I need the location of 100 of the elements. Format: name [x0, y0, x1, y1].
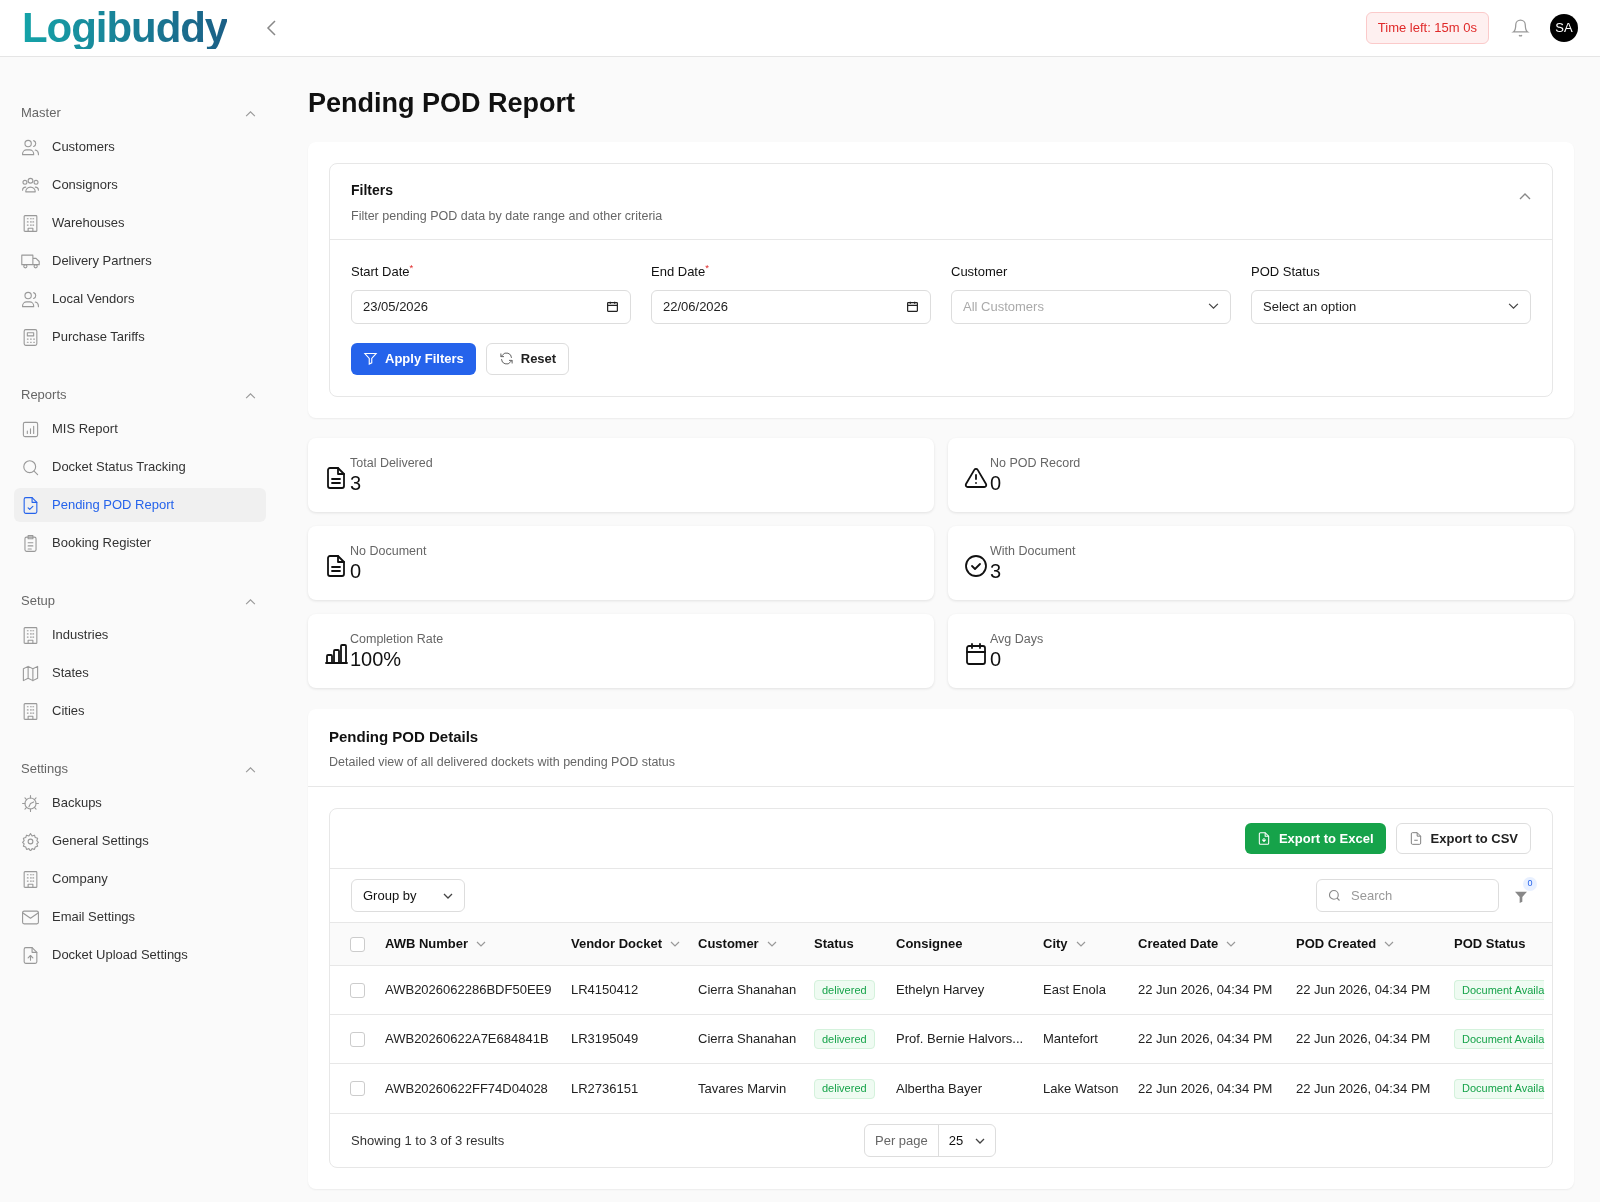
file-download-icon: [1256, 831, 1271, 846]
stat-label: With Document: [990, 542, 1076, 559]
select-field[interactable]: Select an option: [1251, 289, 1531, 324]
column-header[interactable]: POD Status: [1454, 934, 1526, 954]
table-cell-text: 22 Jun 2026, 04:34 PM: [1296, 1079, 1431, 1098]
checkbox[interactable]: [350, 1031, 365, 1047]
table-cell-text: East Enola: [1043, 981, 1106, 1000]
column-header[interactable]: AWB Number: [385, 934, 469, 954]
sidebar-item[interactable]: States: [14, 656, 266, 690]
sidebar-item[interactable]: Booking Register: [14, 526, 266, 560]
stat-value: 3: [990, 558, 1003, 583]
collapse-chevron-icon[interactable]: [1519, 191, 1531, 200]
pod-status-badge: Document Availa: [1454, 1029, 1545, 1049]
per-page-select[interactable]: Per page 25: [864, 1124, 997, 1157]
table-cell-text: AWB20260622FF74D04028: [385, 1079, 548, 1098]
sidebar-item[interactable]: Purchase Tariffs: [14, 320, 266, 354]
stat-value: 3: [350, 470, 363, 495]
clipboard-icon: [21, 533, 40, 553]
sort-icon[interactable]: [670, 941, 681, 947]
sort-icon[interactable]: [1226, 941, 1237, 947]
checkbox[interactable]: [350, 936, 365, 952]
avatar[interactable]: SA: [1550, 14, 1578, 42]
calendar-icon: [606, 300, 619, 314]
export-csv-button[interactable]: Export to CSV: [1395, 823, 1531, 854]
results-summary: Showing 1 to 3 of 3 results: [351, 1131, 506, 1150]
stat-label: No Document: [350, 542, 427, 559]
notification-icon[interactable]: [1511, 18, 1530, 38]
sidebar-item[interactable]: Warehouses: [14, 206, 266, 240]
table-cell-text: LR3195049: [571, 1030, 639, 1049]
table-cell-text: Prof. Bernie Halvors...: [896, 1030, 1024, 1049]
chevron-icon[interactable]: [245, 597, 256, 605]
refresh-icon: [498, 351, 514, 367]
calendar-icon: [906, 300, 919, 314]
sidebar-item[interactable]: Customers: [14, 130, 266, 164]
field-label: POD Status: [1251, 263, 1321, 282]
table-cell-text: AWB20260622A7E684841B: [385, 1030, 549, 1049]
group-by-select[interactable]: Group by: [351, 879, 465, 912]
table-cell-text: Tavares Marvin: [698, 1079, 787, 1098]
date-field[interactable]: 22/06/2026: [651, 289, 931, 324]
sidebar-item[interactable]: Backups: [14, 786, 266, 820]
field-label: Customer: [951, 263, 1009, 282]
sidebar-item[interactable]: Docket Status Tracking: [14, 450, 266, 484]
table-cell-text: 22 Jun 2026, 04:34 PM: [1296, 1030, 1431, 1049]
column-header[interactable]: Customer: [698, 934, 759, 954]
sidebar-item[interactable]: Pending POD Report: [14, 488, 266, 522]
document-icon: [324, 465, 348, 490]
column-header[interactable]: Consignee: [896, 934, 963, 954]
details-title: Pending POD Details: [329, 726, 480, 747]
chevron-icon[interactable]: [245, 765, 256, 773]
field-label: Start Date$^{*}$: [351, 262, 415, 282]
column-header[interactable]: City: [1043, 934, 1068, 954]
table-cell-text: 22 Jun 2026, 04:34 PM: [1296, 981, 1431, 1000]
stat-value: 0: [350, 558, 363, 583]
date-field[interactable]: 23/05/2026: [351, 289, 631, 324]
checkbox[interactable]: [350, 982, 365, 998]
sort-icon[interactable]: [766, 941, 777, 947]
sort-icon[interactable]: [476, 941, 487, 947]
search-field[interactable]: Search: [1316, 879, 1499, 912]
stat-value: 0: [990, 646, 1003, 671]
calculator-icon: [21, 327, 40, 347]
sidebar-item[interactable]: Local Vendors: [14, 282, 266, 316]
chevron-icon[interactable]: [245, 391, 256, 399]
sidebar-item[interactable]: Industries: [14, 618, 266, 652]
file-upload-icon: [21, 945, 40, 965]
reset-button[interactable]: Reset: [485, 342, 570, 375]
sort-icon[interactable]: [1384, 941, 1395, 947]
table-cell-text: LR4150412: [571, 981, 639, 1000]
sidebar-item[interactable]: Email Settings: [14, 900, 266, 934]
building-icon: [21, 701, 40, 721]
checkbox[interactable]: [350, 1081, 365, 1096]
sidebar-item[interactable]: Delivery Partners: [14, 244, 266, 278]
sidebar-item[interactable]: MIS Report: [14, 412, 266, 446]
sidebar-item[interactable]: Cities: [14, 694, 266, 728]
status-badge: delivered: [814, 1029, 875, 1049]
column-header[interactable]: Vendor Docket: [571, 934, 663, 954]
people-icon: [21, 137, 40, 157]
chevron-icon[interactable]: [245, 109, 256, 117]
table-cell-text: Albertha Bayer: [896, 1079, 982, 1098]
building-icon: [21, 625, 40, 645]
stat-label: Completion Rate: [350, 630, 444, 647]
section-heading: Reports: [21, 386, 67, 405]
building-icon: [21, 869, 40, 889]
section-heading: Master: [21, 104, 61, 123]
column-header[interactable]: Status: [814, 934, 854, 954]
column-header[interactable]: POD Created: [1296, 934, 1377, 954]
sidebar-item[interactable]: General Settings: [14, 824, 266, 858]
field-label: End Date$^{*}$: [651, 262, 710, 282]
sort-icon[interactable]: [1075, 941, 1086, 947]
table-cell-text: AWB2026062286BDF50EE9: [385, 981, 552, 1000]
sidebar-item[interactable]: Consignors: [14, 168, 266, 202]
check-circle-icon: [964, 553, 988, 578]
map-icon: [21, 663, 40, 683]
bar-chart-icon: [21, 419, 40, 439]
apply-filters-button[interactable]: Apply Filters: [351, 342, 476, 375]
section-heading: Setup: [21, 592, 55, 611]
column-header[interactable]: Created Date: [1138, 934, 1219, 954]
sidebar-item[interactable]: Company: [14, 862, 266, 896]
sidebar-item[interactable]: Docket Upload Settings: [14, 938, 266, 972]
details-subtitle: Detailed view of all delivered dockets with pending POD status: [329, 754, 676, 772]
stat-label: Avg Days: [990, 630, 1044, 647]
